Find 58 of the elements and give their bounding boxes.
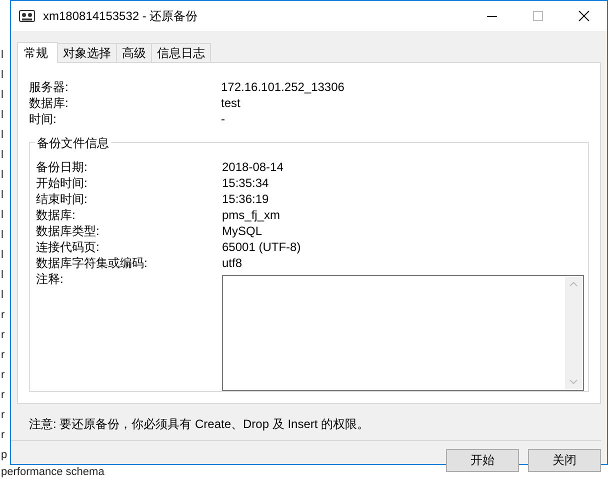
close-icon[interactable] <box>578 10 590 22</box>
background-list-item: l <box>1 49 4 61</box>
background-list-item: l <box>1 229 4 241</box>
window-title: xm180814153532 - 还原备份 <box>43 8 199 24</box>
background-list-item: l <box>1 109 4 121</box>
comment-field[interactable] <box>222 275 584 391</box>
field-label: 数据库类型: <box>36 223 100 239</box>
field-label: 数据库: <box>36 207 76 223</box>
field-label: 服务器: <box>29 79 70 95</box>
background-list-item: l <box>1 249 4 261</box>
background-list-item: r <box>1 369 5 381</box>
field-value: test <box>221 95 242 111</box>
background-list-item: r <box>1 349 5 361</box>
field-value: 65001 (UTF-8) <box>222 239 302 255</box>
field-value: 15:35:34 <box>222 175 270 191</box>
field-value: 15:36:19 <box>222 191 270 207</box>
background-list-item: r <box>1 429 5 441</box>
field-value: 2018-08-14 <box>222 159 284 175</box>
tab[interactable]: 信息日志 <box>151 43 211 62</box>
background-list-item: l <box>1 69 4 81</box>
background-list-item: p <box>1 449 8 461</box>
background-list-item: r <box>1 409 5 421</box>
dialog-button[interactable]: 开始 <box>446 449 519 472</box>
background-list-item: l <box>1 289 4 301</box>
group-title: 备份文件信息 <box>35 135 111 151</box>
field-value: - <box>221 111 226 127</box>
field-value: MySQL <box>222 223 264 239</box>
background-list-item: l <box>1 129 4 141</box>
background-list-item: l <box>1 89 4 101</box>
permission-note: 注意: 要还原备份，你必须具有 Create、Drop 及 Insert 的权限。 <box>29 416 370 432</box>
background-list-item: r <box>1 389 5 401</box>
background-list-item: l <box>1 149 4 161</box>
field-label: 结束时间: <box>36 191 88 207</box>
scroll-up-icon[interactable] <box>569 281 578 287</box>
field-label: 数据库字符集或编码: <box>36 255 148 271</box>
field-label: 备份日期: <box>36 159 88 175</box>
background-list-item: performance schema <box>1 466 104 478</box>
field-label: 数据库: <box>29 95 70 111</box>
field-label: 注释: <box>36 272 64 286</box>
field-label: 连接代码页: <box>36 239 100 255</box>
scrollbar[interactable] <box>565 277 582 389</box>
scroll-down-icon[interactable] <box>569 379 578 385</box>
tab[interactable]: 对象选择 <box>57 43 117 62</box>
tab[interactable]: 常规 <box>17 42 58 63</box>
field-value: utf8 <box>222 255 244 271</box>
maximize-icon[interactable] <box>532 10 544 22</box>
field-label: 时间: <box>29 111 58 127</box>
background-list-item: r <box>1 309 5 321</box>
background-list-item: r <box>1 329 5 341</box>
field-value: pms_fj_xm <box>222 207 282 223</box>
background-list-item: l <box>1 189 4 201</box>
field-label: 开始时间: <box>36 175 88 191</box>
background-list-item: l <box>1 269 4 281</box>
field-value: 172.16.101.252_13306 <box>221 79 346 95</box>
background-list-item: l <box>1 169 4 181</box>
tape-icon <box>19 10 35 22</box>
dialog-button[interactable]: 关闭 <box>528 449 601 472</box>
background-list-item: l <box>1 209 4 221</box>
